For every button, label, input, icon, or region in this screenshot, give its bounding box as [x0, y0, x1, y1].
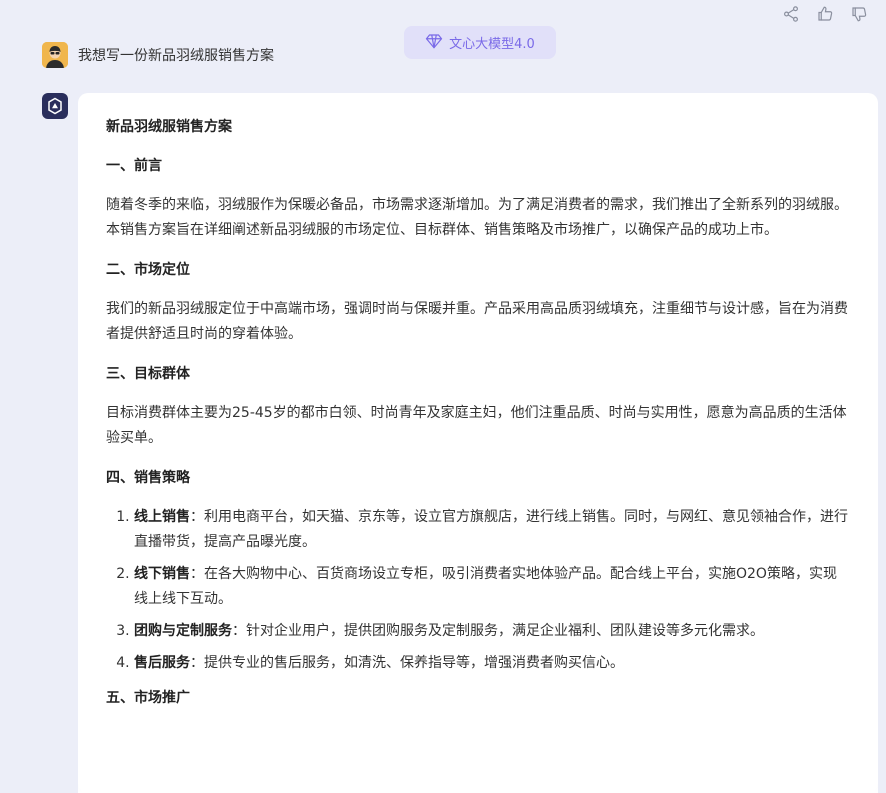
- answer-title: 新品羽绒服销售方案: [106, 119, 232, 135]
- model-badge[interactable]: 文心大模型4.0: [404, 26, 556, 59]
- strategy-list: 线上销售：利用电商平台，如天猫、京东等，设立官方旗舰店，进行线上销售。同时，与网…: [106, 505, 850, 676]
- thumbs-up-icon[interactable]: [816, 5, 834, 23]
- section-body-positioning: 我们的新品羽绒服定位于中高端市场，强调时尚与保暖并重。产品采用高品质羽绒填充，注…: [106, 301, 848, 342]
- list-item-text: ：针对企业用户，提供团购服务及定制服务，满足企业福利、团队建设等多元化需求。: [232, 623, 764, 639]
- assistant-logo-icon: [48, 97, 62, 115]
- message-actions: [782, 5, 868, 23]
- user-message: 我想写一份新品羽绒服销售方案: [42, 42, 274, 68]
- section-heading-target: 三、目标群体: [106, 366, 190, 382]
- user-avatar: [42, 42, 68, 68]
- list-item-label: 线下销售: [134, 566, 190, 582]
- section-body-target: 目标消费群体主要为25-45岁的都市白领、时尚青年及家庭主妇，他们注重品质、时尚…: [106, 405, 847, 446]
- user-message-text: 我想写一份新品羽绒服销售方案: [78, 48, 274, 64]
- section-heading-promotion: 五、市场推广: [106, 690, 190, 706]
- section-body-preface: 随着冬季的来临，羽绒服作为保暖必备品，市场需求逐渐增加。为了满足消费者的需求，我…: [106, 197, 848, 238]
- list-item: 售后服务：提供专业的售后服务，如清洗、保养指导等，增强消费者购买信心。: [134, 651, 850, 676]
- section-heading-positioning: 二、市场定位: [106, 262, 190, 278]
- list-item-label: 线上销售: [134, 509, 190, 525]
- list-item: 线下销售：在各大购物中心、百货商场设立专柜，吸引消费者实地体验产品。配合线上平台…: [134, 562, 850, 612]
- section-heading-strategy: 四、销售策略: [106, 470, 190, 486]
- model-badge-label: 文心大模型4.0: [449, 37, 535, 52]
- thumbs-down-icon[interactable]: [850, 5, 868, 23]
- list-item-text: ：提供专业的售后服务，如清洗、保养指导等，增强消费者购买信心。: [190, 655, 624, 671]
- share-icon[interactable]: [782, 5, 800, 23]
- list-item: 团购与定制服务：针对企业用户，提供团购服务及定制服务，满足企业福利、团队建设等多…: [134, 619, 850, 644]
- section-heading-preface: 一、前言: [106, 158, 162, 174]
- list-item: 线上销售：利用电商平台，如天猫、京东等，设立官方旗舰店，进行线上销售。同时，与网…: [134, 505, 850, 555]
- content-fade: [78, 733, 878, 793]
- list-item-label: 团购与定制服务: [134, 623, 232, 639]
- assistant-avatar: [42, 93, 68, 119]
- list-item-label: 售后服务: [134, 655, 190, 671]
- diamond-icon: [425, 32, 443, 54]
- assistant-answer: 新品羽绒服销售方案 一、前言 随着冬季的来临，羽绒服作为保暖必备品，市场需求逐渐…: [78, 93, 878, 793]
- list-item-text: ：在各大购物中心、百货商场设立专柜，吸引消费者实地体验产品。配合线上平台，实施O…: [134, 566, 837, 607]
- list-item-text: ：利用电商平台，如天猫、京东等，设立官方旗舰店，进行线上销售。同时，与网红、意见…: [134, 509, 848, 550]
